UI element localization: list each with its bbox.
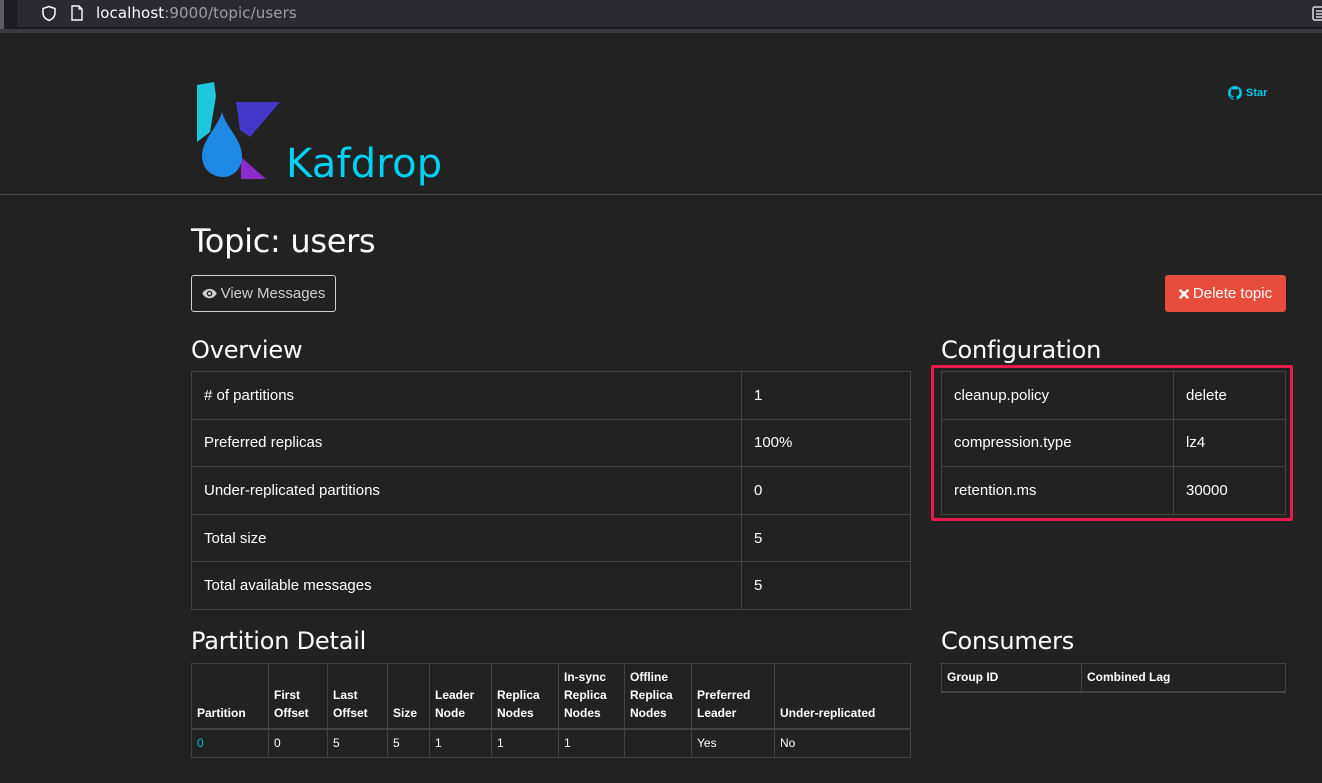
partition-cell: 0 (191, 728, 269, 758)
table-row: # of partitions 1 (191, 371, 911, 420)
overview-label: # of partitions (191, 371, 742, 420)
table-cell: 5 (387, 728, 430, 758)
overview-table: # of partitions 1 Preferred replicas 100… (191, 371, 911, 610)
table-row: Total size 5 (191, 513, 911, 563)
column-header: Replica Nodes (491, 663, 559, 730)
column-header: Leader Node (429, 663, 492, 730)
overview-value: 5 (741, 561, 911, 610)
url-path: :9000/topic/users (164, 4, 297, 22)
partition-detail-heading: Partition Detail (191, 627, 367, 655)
close-icon (1179, 288, 1189, 299)
overview-value: 5 (741, 513, 911, 563)
overview-label: Total size (191, 513, 742, 563)
consumers-heading: Consumers (941, 627, 1075, 655)
delete-topic-button[interactable]: Delete topic (1165, 275, 1286, 312)
table-header-row: Group ID Combined Lag (941, 663, 1286, 693)
delete-topic-label: Delete topic (1192, 285, 1273, 302)
reader-view-icon[interactable] (1312, 6, 1322, 21)
github-icon (1228, 86, 1242, 100)
table-cell: 5 (327, 728, 388, 758)
header-divider (0, 194, 1322, 195)
github-star-button[interactable]: Star (1228, 86, 1267, 100)
column-header: Preferred Leader (691, 663, 775, 730)
url-host: localhost (96, 4, 165, 22)
table-cell: 0 (268, 728, 328, 758)
table-header-row: Partition First Offset Last Offset Size … (191, 663, 911, 730)
shield-icon[interactable] (41, 5, 57, 22)
column-header: First Offset (268, 663, 328, 730)
overview-heading: Overview (191, 336, 303, 364)
address-bar[interactable]: localhost:9000/topic/users (17, 0, 1322, 27)
configuration-heading: Configuration (941, 336, 1102, 364)
browser-toolbar: localhost:9000/topic/users (0, 0, 1322, 29)
column-header: Combined Lag (1081, 663, 1286, 693)
column-header: Under-replicated (774, 663, 911, 730)
star-label: Star (1246, 87, 1268, 99)
overview-label: Under-replicated partitions (191, 466, 742, 515)
overview-label: Preferred replicas (191, 418, 742, 468)
overview-label: Total available messages (191, 561, 742, 610)
overview-value: 0 (741, 466, 911, 515)
table-row: Under-replicated partitions 0 (191, 466, 911, 515)
toolbar-divider (0, 29, 1322, 33)
table-cell: 1 (491, 728, 559, 758)
column-header: Offline Replica Nodes (624, 663, 692, 730)
table-row: 0 0 5 5 1 1 1 Yes No (191, 728, 911, 758)
table-row: Preferred replicas 100% (191, 418, 911, 468)
toolbar-edge (0, 0, 4, 29)
eye-icon (201, 288, 217, 299)
page-icon (71, 5, 83, 21)
column-header: Last Offset (327, 663, 388, 730)
table-cell: Yes (691, 728, 775, 758)
page-title: Topic: users (191, 222, 376, 260)
table-cell: 1 (558, 728, 625, 758)
kafdrop-logo-icon[interactable] (196, 82, 280, 180)
consumers-table: Group ID Combined Lag (941, 663, 1286, 693)
column-header: In-sync Replica Nodes (558, 663, 625, 730)
brand-title[interactable]: Kafdrop (286, 141, 442, 187)
column-header: Group ID (941, 663, 1082, 693)
configuration-highlight-box (931, 365, 1293, 521)
column-header: Size (387, 663, 430, 730)
url-text[interactable]: localhost:9000/topic/users (96, 5, 297, 22)
overview-value: 100% (741, 418, 911, 468)
table-cell (624, 728, 692, 758)
column-header: Partition (191, 663, 269, 730)
table-row: Total available messages 5 (191, 561, 911, 610)
partition-detail-table: Partition First Offset Last Offset Size … (191, 663, 911, 758)
partition-link[interactable]: 0 (197, 736, 204, 750)
view-messages-label: View Messages (220, 285, 326, 302)
table-cell: No (774, 728, 911, 758)
overview-value: 1 (741, 371, 911, 420)
table-cell: 1 (429, 728, 492, 758)
view-messages-button[interactable]: View Messages (191, 275, 336, 312)
